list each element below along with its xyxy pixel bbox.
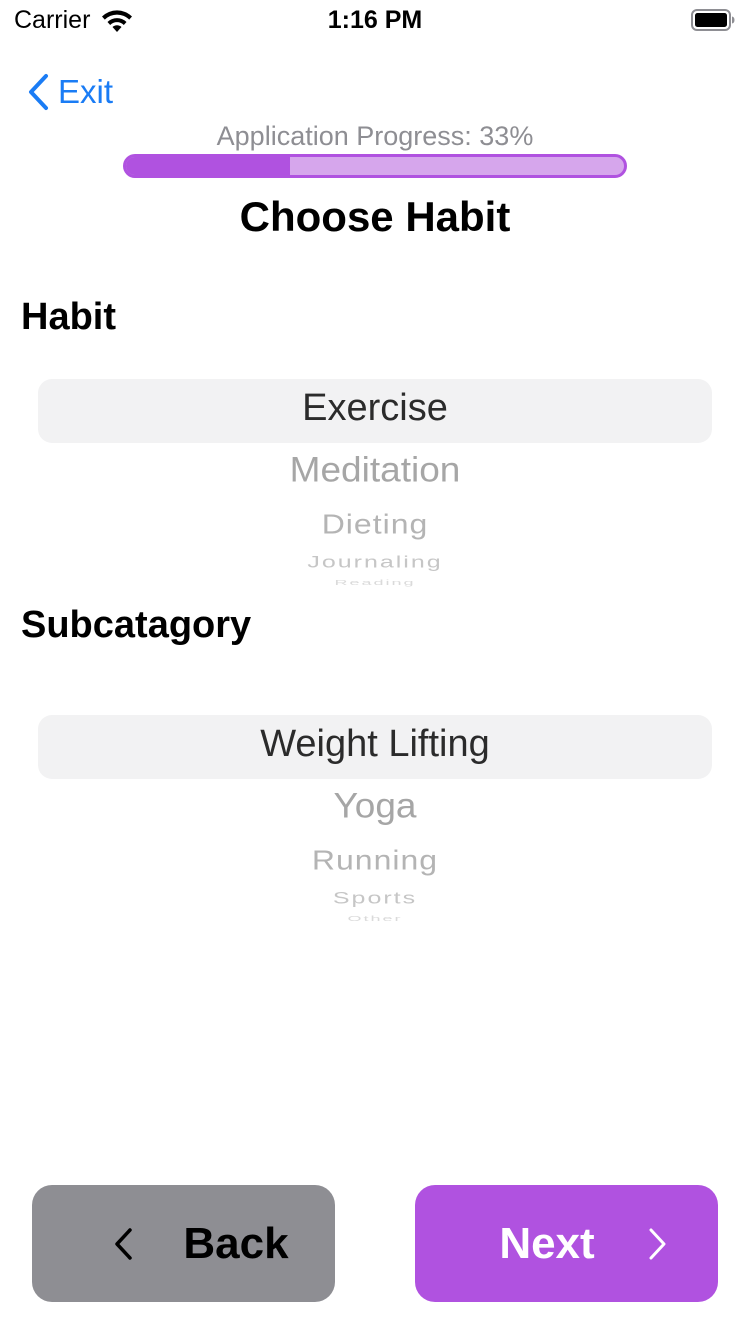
clock: 1:16 PM [327,6,423,34]
status-bar: Carrier 1:16 PM [0,0,750,40]
habit-option[interactable]: Journaling [38,553,712,572]
progress-label: Application Progress: 33% [216,121,534,151]
habit-option[interactable]: Meditation [38,450,712,490]
habit-section-label: Habit [21,296,116,338]
habit-option[interactable]: Dieting [38,509,712,541]
progress-fill [126,157,291,175]
subcategory-option[interactable]: Yoga [38,786,712,826]
subcategory-option[interactable]: Sports [38,889,712,908]
exit-label: Exit [58,73,114,110]
subcategory-section-label: Subcatagory [21,604,252,646]
back-button-label: Back [183,1219,289,1268]
exit-button[interactable]: Exit [26,70,113,114]
back-button[interactable]: Back [32,1185,335,1302]
chevron-left-icon [29,74,48,110]
next-button-label: Next [499,1219,595,1268]
next-button[interactable]: Next [415,1185,718,1302]
chevron-right-icon [649,1228,666,1260]
chevron-left-icon [115,1228,132,1260]
subcategory-option-selected[interactable]: Weight Lifting [38,723,712,766]
habit-option[interactable]: Reading [38,578,712,587]
battery-icon [691,9,735,31]
subcategory-option[interactable]: Other [38,914,712,923]
habit-picker[interactable]: Exercise Meditation Dieting Journaling R… [38,379,712,599]
progress-bar [123,154,627,178]
habit-option-selected[interactable]: Exercise [38,387,712,430]
subcategory-picker[interactable]: Weight Lifting Yoga Running Sports Other [38,715,712,935]
page-title: Choose Habit [239,193,511,240]
subcategory-option[interactable]: Running [38,845,712,877]
